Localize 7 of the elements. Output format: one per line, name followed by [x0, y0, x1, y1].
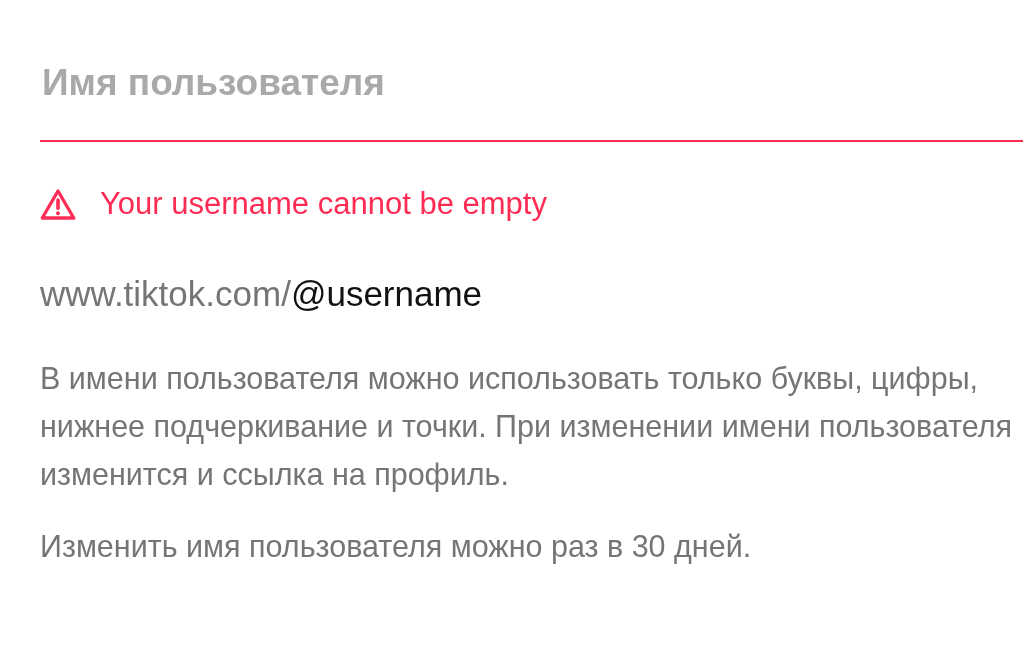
- username-field[interactable]: Имя пользователя: [40, 62, 1023, 142]
- link-username: @username: [290, 274, 483, 313]
- link-prefix: www.tiktok.com/: [40, 274, 291, 313]
- hint-text: Изменить имя пользователя можно раз в 30 дней.: [40, 528, 753, 566]
- error-message: Your username cannot be empty: [100, 186, 547, 222]
- warning-icon: [40, 187, 76, 221]
- hint-text: В имени пользователя можно использовать только буквы, цифры, нижнее подчеркивание и точки. При изменении имени пользователя изменится и ссылка на профиль.: [40, 360, 1014, 494]
